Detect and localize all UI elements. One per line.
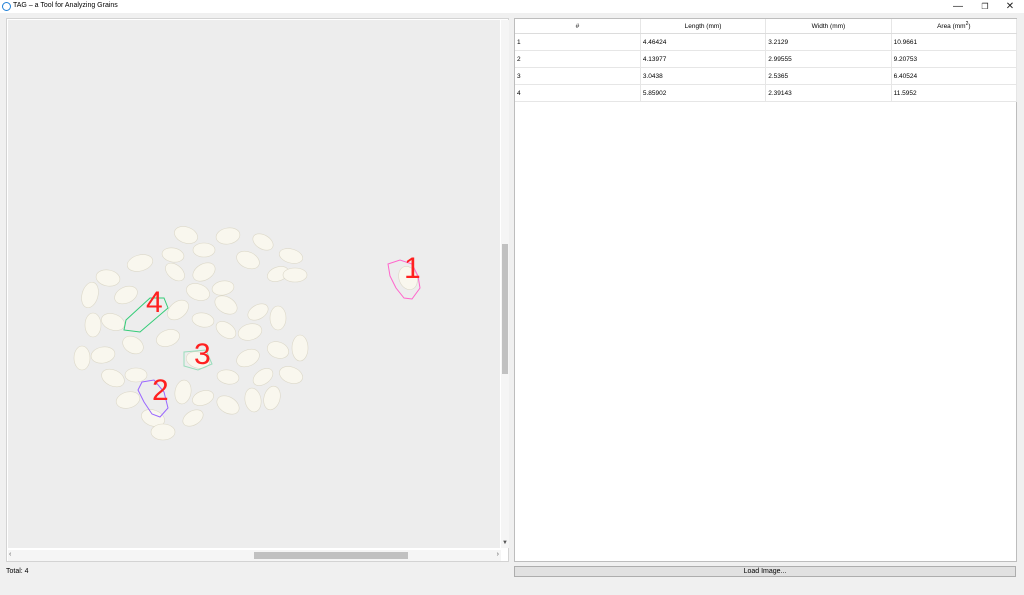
maximize-button[interactable]: ❐: [972, 0, 998, 13]
column-header-index[interactable]: #: [515, 19, 641, 34]
table-cell[interactable]: 10.9661: [891, 33, 1018, 51]
app-icon: [2, 2, 11, 11]
results-table-view[interactable]: # Length (mm) Width (mm) Area (mm2) 1 4.4…: [514, 18, 1018, 562]
horizontal-scrollbar[interactable]: ‹ ›: [8, 550, 501, 561]
status-total: Total: 4: [6, 568, 29, 575]
table-cell[interactable]: 5.85902: [640, 84, 767, 102]
table-header-row: # Length (mm) Width (mm) Area (mm2): [515, 19, 1018, 34]
table-cell[interactable]: 4.46424: [640, 33, 767, 51]
table-cell[interactable]: 11.5952: [891, 84, 1018, 102]
horizontal-scroll-thumb[interactable]: [254, 552, 408, 559]
table-cell[interactable]: 2.5365: [765, 67, 892, 85]
window-title: TAG – a Tool for Analyzing Grains: [13, 2, 118, 9]
column-header-area[interactable]: Area (mm2): [891, 19, 1018, 34]
table-cell[interactable]: 9.20753: [891, 50, 1018, 68]
close-button[interactable]: ✕: [997, 0, 1023, 13]
grain-label-4: 4: [146, 286, 163, 319]
rice-grains: [73, 226, 418, 441]
column-header-width[interactable]: Width (mm): [765, 19, 892, 34]
grain-label-1: 1: [404, 252, 421, 285]
table-cell[interactable]: 6.40524: [891, 67, 1018, 85]
table-cell[interactable]: 2: [515, 50, 641, 68]
scroll-left-icon[interactable]: ‹: [9, 551, 11, 558]
table-row[interactable]: 2 4.13977 2.99555 9.20753: [515, 50, 1018, 68]
grain-image-canvas: 1 2 3 4: [73, 226, 421, 441]
table-cell[interactable]: 4: [515, 84, 641, 102]
column-header-length[interactable]: Length (mm): [640, 19, 767, 34]
image-view[interactable]: 1 2 3 4 ▼ ‹ ›: [6, 18, 509, 562]
minimize-button[interactable]: —: [945, 0, 971, 13]
table-cell[interactable]: 3: [515, 67, 641, 85]
grain-label-3: 3: [194, 338, 211, 371]
table-cell[interactable]: 2.99555: [765, 50, 892, 68]
scroll-down-icon[interactable]: ▼: [502, 540, 508, 546]
vertical-scrollbar[interactable]: ▼: [501, 20, 509, 548]
table-cell[interactable]: 1: [515, 33, 641, 51]
table-row[interactable]: 4 5.85902 2.39143 11.5952: [515, 84, 1018, 102]
table-row[interactable]: 1 4.46424 3.2129 10.9661: [515, 33, 1018, 51]
results-table: # Length (mm) Width (mm) Area (mm2) 1 4.4…: [515, 19, 1018, 102]
load-image-button[interactable]: Load Image...: [514, 566, 1016, 577]
vertical-scroll-thumb[interactable]: [502, 244, 508, 374]
title-bar: TAG – a Tool for Analyzing Grains — ❐ ✕: [0, 0, 1024, 13]
table-cell[interactable]: 2.39143: [765, 84, 892, 102]
scroll-right-icon[interactable]: ›: [497, 551, 499, 558]
table-row[interactable]: 3 3.0438 2.5365 6.40524: [515, 67, 1018, 85]
grain-image: 1 2 3 4: [8, 20, 500, 548]
table-cell[interactable]: 3.0438: [640, 67, 767, 85]
grain-label-2: 2: [152, 374, 169, 407]
table-cell[interactable]: 4.13977: [640, 50, 767, 68]
table-cell[interactable]: 3.2129: [765, 33, 892, 51]
